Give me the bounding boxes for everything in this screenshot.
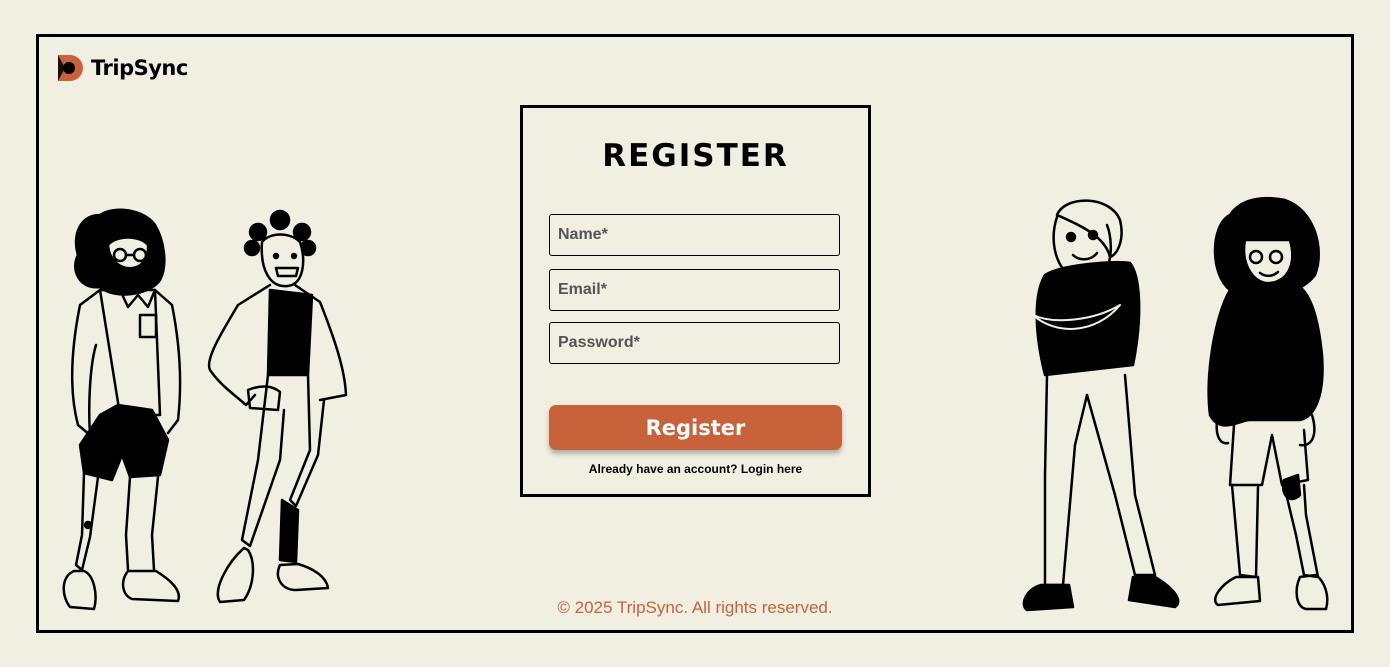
login-link[interactable]: Already have an account? Login here [523,462,868,476]
person-illustration-right-2 [1207,196,1329,611]
password-input[interactable] [549,322,840,364]
register-title: REGISTER [602,138,789,174]
email-input[interactable] [549,269,840,311]
person-illustration-right-1 [1022,199,1180,612]
person-illustration-left-1 [62,208,182,611]
name-input[interactable] [549,214,840,256]
tripsync-logo-icon [58,55,83,81]
person-illustration-left-2 [207,209,348,604]
footer-copyright: © 2025 TripSync. All rights reserved. [557,598,833,617]
register-card: REGISTER Register Already have an accoun… [520,105,871,497]
brand-name: TripSync [91,56,188,80]
brand[interactable]: TripSync [57,54,188,82]
register-button[interactable]: Register [549,405,842,450]
